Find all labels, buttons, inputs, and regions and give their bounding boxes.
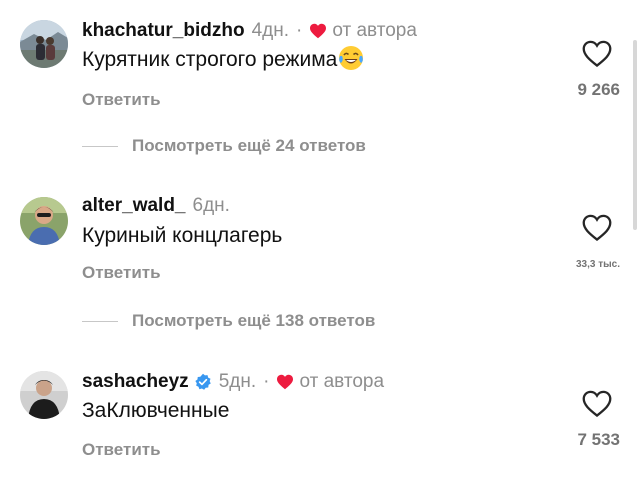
comment-text-content: Курятник строгого режима	[82, 48, 338, 71]
comment-text: Курятник строгого режима	[82, 45, 364, 75]
reply-button[interactable]: Ответить	[82, 440, 161, 460]
username[interactable]: alter_wald_	[82, 195, 186, 217]
heart-outline-icon[interactable]	[582, 214, 612, 242]
separator: ·	[263, 371, 270, 392]
author-label: от автора	[332, 20, 417, 41]
divider-line	[82, 320, 118, 322]
separator: ·	[296, 20, 303, 41]
reply-button[interactable]: Ответить	[82, 90, 161, 110]
view-more-label[interactable]: Посмотреть ещё 24 ответов	[132, 136, 366, 156]
timestamp: 4дн.	[251, 20, 290, 41]
author-label: от автора	[299, 371, 385, 392]
author-heart-icon	[309, 23, 327, 39]
avatar[interactable]	[20, 371, 68, 419]
comment-text: ЗаКлювченные	[82, 399, 230, 422]
username[interactable]: sashacheyz	[82, 371, 189, 393]
divider-line	[82, 145, 118, 147]
avatar[interactable]	[20, 197, 68, 245]
verified-badge-icon	[194, 373, 212, 391]
author-heart-icon	[276, 374, 294, 390]
view-more-replies[interactable]: Посмотреть ещё 138 ответов	[82, 311, 375, 331]
view-more-label[interactable]: Посмотреть ещё 138 ответов	[132, 311, 375, 331]
reply-button[interactable]: Ответить	[82, 263, 161, 283]
view-more-replies[interactable]: Посмотреть ещё 24 ответов	[82, 136, 366, 156]
like-count: 7 533	[577, 430, 620, 449]
heart-outline-icon[interactable]	[582, 390, 612, 418]
comment-meta: alter_wald_ 6дн.	[82, 193, 230, 219]
comment-meta: khachatur_bidzho 4дн. · от автора	[82, 18, 417, 44]
comment-meta: sashacheyz 5дн. · от автора	[82, 369, 384, 395]
comment-text: Куриный концлагерь	[82, 224, 283, 247]
timestamp: 6дн.	[192, 195, 230, 216]
like-count: 9 266	[577, 80, 620, 99]
timestamp: 5дн.	[218, 371, 257, 392]
like-count: 33,3 тыс.	[575, 259, 620, 270]
avatar[interactable]	[20, 20, 68, 68]
username[interactable]: khachatur_bidzho	[82, 20, 245, 42]
scrollbar[interactable]	[633, 40, 637, 230]
face-with-tears-of-joy-icon	[338, 45, 364, 71]
heart-outline-icon[interactable]	[582, 40, 612, 68]
